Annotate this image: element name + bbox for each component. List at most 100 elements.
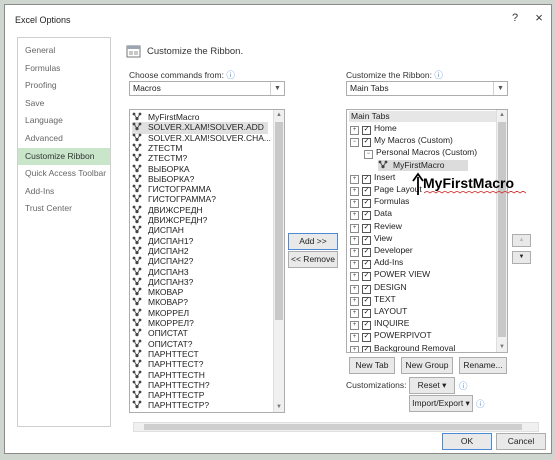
expand-icon[interactable]: + [350,296,359,306]
expand-icon[interactable]: + [350,321,359,331]
scroll-thumb[interactable] [144,424,522,430]
ok-button[interactable]: OK [442,433,492,450]
expand-icon[interactable]: + [350,333,359,343]
tree-node[interactable]: + ✓ INQUIRE [350,318,409,331]
scroll-up-icon[interactable]: ▲ [497,110,507,120]
tab-checkbox[interactable]: ✓ [362,345,371,352]
options-nav: General Formulas Proofing Save Language Advan… [17,37,111,427]
macro-icon [132,236,142,245]
tree-node[interactable]: + ✓ Insert [350,172,395,184]
cancel-button[interactable]: Cancel [496,433,546,450]
scroll-down-icon[interactable]: ▼ [274,402,284,412]
tab-checkbox[interactable]: ✓ [362,187,371,196]
scroll-down-icon[interactable]: ▼ [497,342,507,352]
move-up-button[interactable]: ▲ [512,234,531,247]
tree-node[interactable]: + ✓ Add-Ins [350,257,403,270]
choose-commands-select[interactable]: Macros ▼ [129,81,285,96]
tree-node[interactable]: + ✓ DESIGN [350,282,407,294]
customize-ribbon-select[interactable]: Main Tabs ▼ [346,81,508,96]
tab-checkbox[interactable]: ✓ [362,248,371,257]
tree-node[interactable]: + ✓ View [350,233,392,245]
tab-checkbox[interactable]: ✓ [362,223,371,233]
command-item[interactable]: ПАРНТТЕСТР? [132,400,209,412]
horizontal-scrollbar[interactable] [133,422,539,432]
expand-icon[interactable]: + [350,211,359,221]
command-label: ДИСПАН2? [148,256,194,267]
tree-node-label: DESIGN [374,281,407,292]
nav-item-save[interactable]: Save [18,95,110,113]
new-tab-button[interactable]: New Tab [349,357,395,374]
scroll-up-icon[interactable]: ▲ [274,110,284,120]
scroll-thumb[interactable] [498,122,506,337]
tab-checkbox[interactable]: ✓ [362,321,371,331]
close-button[interactable]: × [531,11,547,25]
nav-item-formulas[interactable]: Formulas [18,60,110,78]
expand-icon[interactable]: + [350,284,359,294]
macro-icon [132,400,142,409]
excel-options-dialog: Excel Options ? × General Formulas Proofin… [4,4,552,454]
macro-icon [132,246,142,255]
commands-list[interactable]: MyFirstMacro SOLVER.XLAM!SOLVER.ADD SOLVER… [129,109,285,413]
tab-checkbox[interactable]: ✓ [362,174,371,184]
tab-checkbox[interactable]: ✓ [362,235,371,245]
add-button[interactable]: Add >> [288,233,338,250]
tree-node[interactable]: + ✓ TEXT [350,294,396,306]
help-button[interactable]: ? [507,11,523,25]
expand-icon[interactable]: + [350,174,359,184]
expand-icon[interactable]: + [350,309,359,318]
tree-node[interactable]: + ✓ Background Removal [350,343,455,352]
expand-icon[interactable]: + [350,345,359,352]
nav-item-proofing[interactable]: Proofing [18,77,110,95]
tree-scrollbar[interactable]: ▲ ▼ [496,110,507,352]
nav-item-advanced[interactable]: Advanced [18,130,110,148]
commands-scrollbar[interactable]: ▲ ▼ [273,110,284,412]
tree-node[interactable]: − Personal Macros (Custom) [364,147,477,160]
scroll-thumb[interactable] [275,122,283,320]
expand-icon[interactable]: + [350,199,359,209]
expand-icon[interactable]: + [350,272,359,282]
tab-checkbox[interactable]: ✓ [362,296,371,306]
ribbon-tree[interactable]: Main Tabs + ✓ Home − ✓ My Macros (Custom) − Per… [346,109,508,353]
expand-icon[interactable]: + [350,187,359,196]
nav-item-language[interactable]: Language [18,112,110,130]
move-down-button[interactable]: ▼ [512,251,531,264]
tree-node[interactable]: + ✓ Formulas [350,196,409,209]
rename-button[interactable]: Rename... [459,357,507,374]
collapse-icon[interactable]: − [350,138,359,148]
command-label: ПАРНТТЕСТР [148,390,205,401]
tree-node[interactable]: + ✓ Developer [350,245,413,257]
reset-button[interactable]: Reset ▾ [409,377,455,394]
nav-item-customize-ribbon[interactable]: Customize Ribbon [18,147,110,166]
tab-checkbox[interactable]: ✓ [362,272,371,282]
tree-node[interactable]: + ✓ POWER VIEW [350,269,430,282]
expand-icon[interactable]: + [350,260,359,270]
import-export-button[interactable]: Import/Export ▾ [409,395,473,412]
expand-icon[interactable]: + [350,235,359,245]
nav-item-general[interactable]: General [18,42,110,60]
tab-checkbox[interactable]: ✓ [362,260,371,270]
tab-checkbox[interactable]: ✓ [362,333,371,343]
nav-item-trust-center[interactable]: Trust Center [18,200,110,218]
nav-item-add-ins[interactable]: Add-Ins [18,183,110,201]
expand-icon[interactable]: + [350,223,359,233]
tree-node[interactable]: + ✓ Review [350,221,402,233]
tab-checkbox[interactable]: ✓ [362,284,371,294]
tree-node[interactable]: + ✓ LAYOUT [350,306,407,318]
tree-node[interactable]: MyFirstMacro [378,159,468,173]
tab-checkbox[interactable]: ✓ [362,138,371,148]
macro-icon [378,160,388,173]
tree-node[interactable]: − ✓ My Macros (Custom) [350,135,453,148]
collapse-icon[interactable]: − [364,150,373,160]
remove-button[interactable]: << Remove [288,251,338,268]
tab-checkbox[interactable]: ✓ [362,309,371,318]
expand-icon[interactable]: + [350,126,359,135]
tab-checkbox[interactable]: ✓ [362,211,371,221]
expand-icon[interactable]: + [350,248,359,257]
tree-node[interactable]: + ✓ Data [350,208,392,221]
tree-node[interactable]: + ✓ Home [350,123,397,135]
new-group-button[interactable]: New Group [401,357,453,374]
tree-node[interactable]: + ✓ POWERPIVOT [350,330,432,343]
tab-checkbox[interactable]: ✓ [362,126,371,135]
tab-checkbox[interactable]: ✓ [362,199,371,209]
nav-item-quick-access-toolbar[interactable]: Quick Access Toolbar [18,165,110,183]
